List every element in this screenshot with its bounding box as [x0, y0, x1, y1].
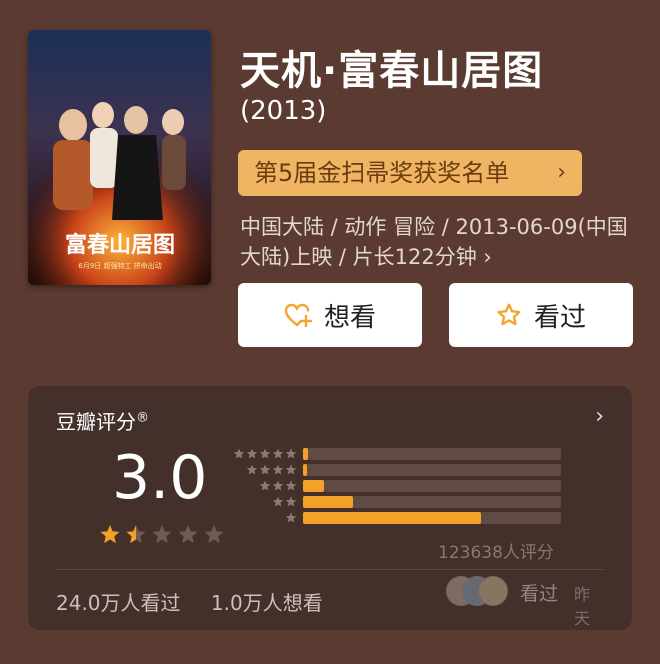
distribution-fill	[303, 464, 307, 476]
want-count: 1.0万人想看	[210, 591, 323, 615]
rating-header: 豆瓣评分®	[56, 406, 149, 435]
divider	[56, 569, 604, 570]
star-icon	[204, 525, 224, 544]
movie-poster[interactable]: 富春山居图 6月9日 超强特工 拼命出动	[28, 30, 211, 285]
award-label: 第5届金扫帚奖获奖名单	[254, 159, 510, 187]
star-icon	[126, 525, 146, 544]
distribution-fill	[303, 512, 482, 524]
seen-count: 24.0万人看过	[56, 591, 181, 615]
rating-card[interactable]: 豆瓣评分® › 3.0 123638人评分 24.0万人看过 1.0万人想看 看…	[28, 386, 632, 630]
movie-year: (2013)	[240, 96, 327, 126]
distribution-track	[303, 496, 561, 508]
distribution-track	[303, 512, 561, 524]
star-level-icon	[246, 464, 297, 475]
chevron-right-icon[interactable]: ›	[595, 404, 604, 429]
seen-label: 看过	[533, 302, 586, 333]
movie-title: 天机·富春山居图	[240, 48, 544, 94]
poster-artwork: 富春山居图 6月9日 超强特工 拼命出动	[28, 30, 211, 285]
friends-activity[interactable]: 看过 昨天	[446, 576, 596, 628]
star-icon	[497, 303, 521, 326]
rating-count: 123638人评分	[438, 543, 554, 563]
distribution-track	[303, 464, 561, 476]
want-label: 想看	[323, 302, 376, 333]
friends-time: 昨天	[574, 585, 591, 628]
star-level-icon	[233, 448, 297, 459]
distribution-track	[303, 480, 561, 492]
distribution-fill	[303, 496, 354, 508]
want-button[interactable]: 想看	[238, 283, 422, 347]
distribution-track	[303, 448, 561, 460]
rating-header-label: 豆瓣评分	[56, 410, 136, 434]
chevron-right-icon: ›	[557, 160, 566, 185]
movie-meta[interactable]: 中国大陆 / 动作 冒险 / 2013-06-09(中国大陆)上映 / 片长12…	[240, 212, 640, 272]
friends-label: 看过	[520, 583, 559, 605]
star-icon	[100, 525, 120, 544]
heart-plus-icon	[284, 303, 312, 328]
distribution-fill	[303, 480, 324, 492]
poster-title: 富春山居图	[65, 232, 175, 258]
rating-stars	[100, 525, 224, 544]
poster-tagline: 6月9日 超强特工 拼命出动	[78, 261, 161, 270]
registered-mark: ®	[136, 410, 149, 426]
seen-button[interactable]: 看过	[449, 283, 633, 347]
star-icon	[178, 525, 198, 544]
rating-score: 3.0	[112, 443, 208, 513]
audience-stats: 24.0万人看过 1.0万人想看	[56, 587, 347, 616]
distribution-fill	[303, 448, 309, 460]
avatar	[478, 576, 508, 606]
award-banner[interactable]: 第5届金扫帚奖获奖名单 ›	[238, 150, 582, 196]
star-icon	[152, 525, 172, 544]
